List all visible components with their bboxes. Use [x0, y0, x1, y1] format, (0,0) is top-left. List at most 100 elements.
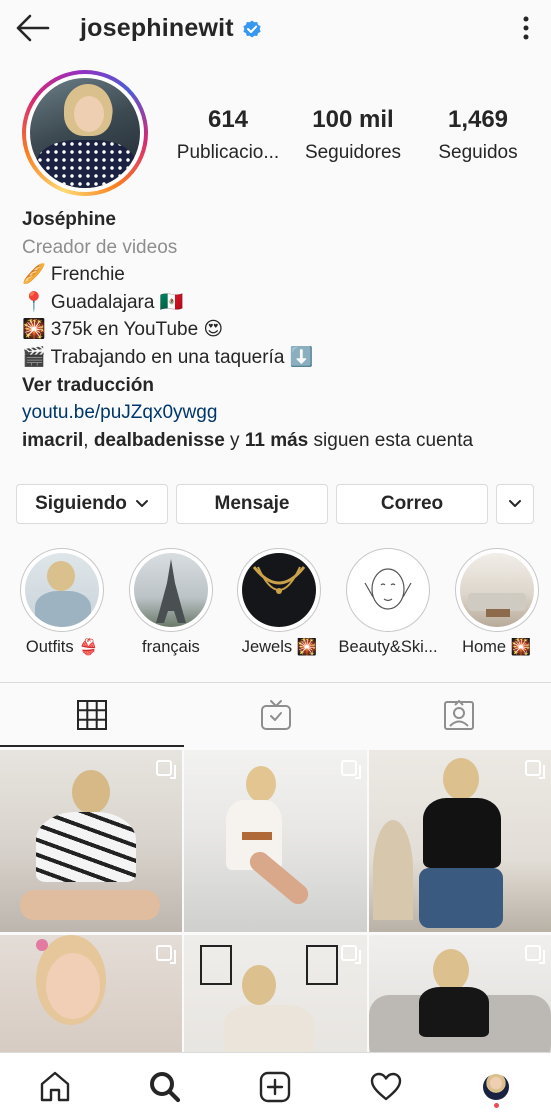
post-figure: [46, 953, 100, 1019]
post-figure: [242, 965, 276, 1005]
following-stat[interactable]: 1,469 Seguidos: [418, 106, 538, 164]
profile-username: josephinewit: [80, 14, 262, 43]
suggested-accounts-button[interactable]: [496, 484, 534, 524]
highlight-cover: [459, 553, 534, 627]
profile-tabs: [0, 682, 551, 747]
tagged-icon: [444, 699, 475, 730]
highlight-ring: [346, 548, 431, 632]
highlight-ring: [454, 548, 539, 632]
kebab-menu-icon[interactable]: [519, 14, 533, 42]
avatar-frame: [26, 74, 144, 192]
heart-icon: [370, 1072, 401, 1100]
profile-stats: 614 Publicacio... 100 mil Seguidores 1,4…: [168, 106, 538, 164]
post-thumbnail[interactable]: [369, 750, 551, 932]
avatar-face: [74, 96, 104, 132]
notification-dot: [493, 1102, 499, 1108]
display-name: Joséphine: [22, 209, 116, 230]
profile-bio: Joséphine Creador de videos 🥖 Frenchie 📍…: [22, 206, 542, 454]
highlight-label: Beauty&Ski...: [338, 638, 438, 656]
posts-stat[interactable]: 614 Publicacio...: [168, 106, 288, 164]
profile-avatar: [30, 78, 140, 188]
grid-icon: [76, 699, 107, 730]
post-figure: [246, 766, 276, 802]
necklace-icon: [253, 566, 306, 594]
highlight-cover: [351, 553, 426, 627]
post-figure: [443, 758, 479, 800]
highlight-cover: [242, 553, 317, 627]
follower-username: imacril: [22, 429, 84, 451]
post-figure: [433, 949, 469, 991]
home-icon: [40, 1071, 70, 1101]
post-figure: [200, 945, 232, 985]
tab-posts-grid[interactable]: [0, 683, 184, 747]
highlight-ring: [20, 548, 105, 632]
highlight-label: français: [142, 638, 200, 656]
post-figure: [306, 945, 338, 985]
face-line-art-icon: [364, 568, 412, 610]
post-figure: [373, 820, 413, 920]
eiffel-tower-icon: [155, 559, 186, 623]
highlight-cover: [25, 553, 100, 627]
nav-home[interactable]: [25, 1057, 85, 1117]
followed-by[interactable]: imacril, dealbadenisse y 11 más siguen e…: [22, 427, 542, 455]
following-button[interactable]: Siguiendo: [16, 484, 168, 524]
followers-count: 100 mil: [312, 106, 394, 133]
cover-figure: [35, 591, 92, 627]
post-figure: [36, 939, 48, 951]
post-figure: [419, 868, 503, 928]
post-thumbnail[interactable]: [0, 750, 182, 932]
following-label: Seguidos: [438, 142, 518, 163]
search-icon: [150, 1071, 181, 1102]
nav-search[interactable]: [135, 1057, 195, 1117]
avatar-shirt: [36, 140, 136, 188]
highlight-cover: [133, 553, 208, 627]
follower-username: dealbadenisse: [93, 429, 225, 451]
bottom-navigation: [0, 1052, 551, 1120]
nav-profile[interactable]: [466, 1057, 526, 1117]
tab-tagged[interactable]: [367, 683, 551, 746]
highlight-ring: [237, 548, 322, 632]
followed-suffix: siguen esta cuenta: [308, 429, 474, 451]
bio-website-link[interactable]: youtu.be/puJZqx0ywgg: [22, 399, 542, 427]
tab-igtv[interactable]: [184, 683, 368, 746]
nav-new-post[interactable]: [245, 1057, 305, 1117]
chevron-down-icon: [135, 500, 148, 507]
highlight-label: Outfits 👙: [25, 638, 99, 656]
bio-line: 🥖 Frenchie: [22, 264, 125, 286]
highlight-home[interactable]: Home 🎇: [442, 548, 551, 657]
story-highlights: Outfits 👙 français Jewels 🎇 Beauty&Ski..…: [8, 548, 551, 657]
see-translation-link[interactable]: Ver traducción: [22, 372, 542, 400]
carousel-icon: [525, 760, 545, 779]
arrow-left-icon[interactable]: [14, 12, 50, 44]
bio-line: 🎬 Trabajando en una taquería ⬇️: [22, 346, 314, 368]
highlight-beauty[interactable]: Beauty&Ski...: [334, 548, 443, 657]
following-count: 1,469: [447, 106, 509, 133]
post-figure: [419, 987, 489, 1037]
highlight-label: Jewels 🎇: [241, 638, 318, 656]
cover-table: [485, 609, 510, 617]
carousel-icon: [341, 945, 361, 964]
highlight-label: Home 🎇: [462, 638, 532, 656]
highlight-jewels[interactable]: Jewels 🎇: [225, 548, 334, 657]
followers-label: Seguidores: [304, 142, 402, 163]
highlight-outfits[interactable]: Outfits 👙: [8, 548, 117, 657]
highlight-ring: [128, 548, 213, 632]
profile-avatar: [482, 1073, 509, 1100]
carousel-icon: [156, 760, 176, 779]
highlight-francais[interactable]: français: [117, 548, 226, 657]
nav-activity[interactable]: [356, 1057, 416, 1117]
cover-figure: [47, 561, 76, 591]
followers-stat[interactable]: 100 mil Seguidores: [293, 106, 413, 164]
post-thumbnail[interactable]: [184, 750, 367, 932]
profile-avatar-story-ring[interactable]: [22, 70, 148, 196]
followed-others: 11 más: [244, 429, 309, 451]
carousel-icon: [525, 945, 545, 964]
carousel-icon: [156, 945, 176, 964]
verified-badge-icon: [243, 20, 261, 37]
email-button[interactable]: Correo: [336, 484, 488, 524]
post-figure: [36, 812, 136, 882]
posts-count: 614: [207, 106, 249, 133]
message-button[interactable]: Mensaje: [176, 484, 328, 524]
bio-line: 📍 Guadalajara 🇲🇽: [22, 291, 184, 313]
posts-label: Publicacio...: [176, 142, 280, 163]
